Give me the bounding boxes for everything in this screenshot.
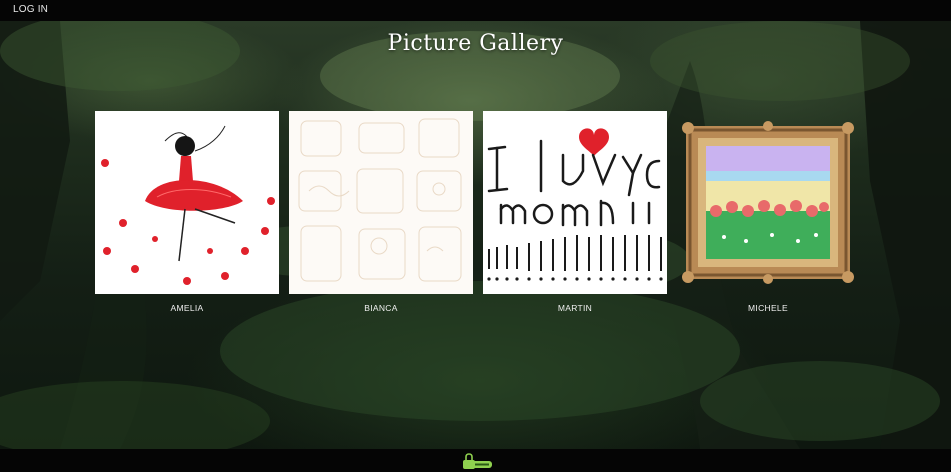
faint-doodle-drawing — [289, 111, 473, 294]
gallery-card-name: MICHELE — [748, 303, 788, 313]
footer-bar — [0, 449, 951, 472]
gallery-card-michele[interactable]: MICHELE — [676, 111, 860, 313]
gallery-card-name: BIANCA — [364, 303, 398, 313]
gallery-card-name: MARTIN — [557, 303, 593, 313]
lock-badge-icon[interactable] — [461, 453, 493, 470]
gallery-thumbnail[interactable] — [95, 111, 279, 294]
red-ballerina-drawing — [95, 111, 279, 294]
gallery-card-name: AMELIA — [170, 303, 204, 313]
framed-flower-painting — [682, 121, 854, 284]
top-bar: LOG IN — [0, 0, 951, 21]
login-link[interactable]: LOG IN — [13, 4, 48, 15]
gallery-thumbnail[interactable] — [676, 111, 860, 294]
i-luv-you-mom-drawing — [483, 111, 667, 294]
gallery-card-bianca[interactable]: BIANCA — [289, 111, 473, 313]
gallery-thumbnail[interactable] — [483, 111, 667, 294]
gallery-card-martin[interactable]: MARTIN — [483, 111, 667, 313]
gallery-card-amelia[interactable]: AMELIA — [95, 111, 279, 313]
page-title: Picture Gallery — [387, 31, 564, 56]
gallery-thumbnail[interactable] — [289, 111, 473, 294]
